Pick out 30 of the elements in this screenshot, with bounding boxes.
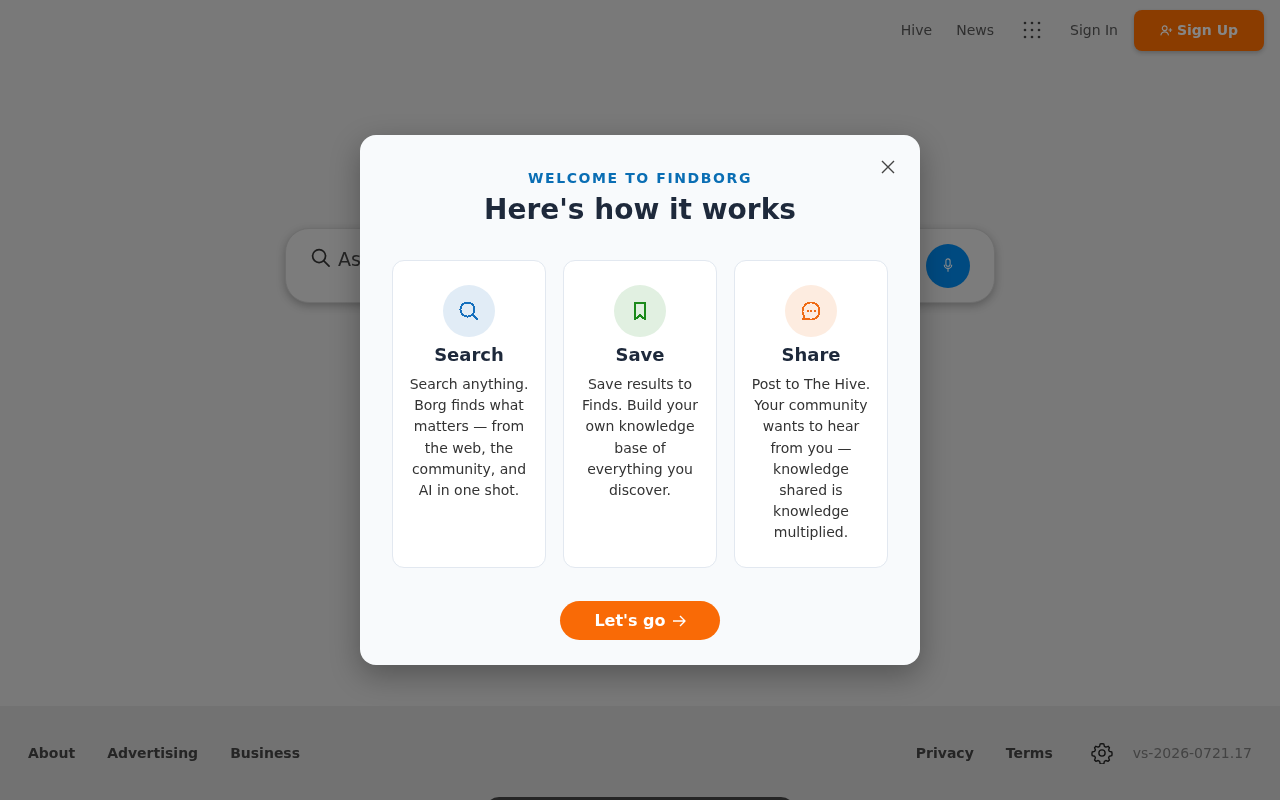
card-title: Share — [781, 344, 841, 366]
footer-link[interactable]: Business — [230, 745, 301, 761]
footer-link[interactable]: Advertising — [107, 745, 199, 761]
nav-link[interactable]: Hive — [900, 22, 933, 38]
search-icon — [311, 248, 330, 267]
microphone-icon — [943, 258, 953, 273]
settings-icon[interactable] — [1090, 742, 1113, 764]
search-icon — [443, 285, 495, 337]
dialog-eyebrow: WELCOME TO FINDBORG — [527, 169, 753, 187]
microphone-button[interactable] — [926, 243, 970, 288]
arrow-right-icon — [671, 614, 686, 627]
dialog-title: Here's how it works — [484, 193, 796, 227]
card-title: Search — [434, 344, 504, 366]
card-title: Save — [615, 344, 665, 366]
user-plus-icon — [1159, 24, 1173, 36]
close-button[interactable] — [880, 159, 896, 175]
sign-up-button[interactable]: Sign Up — [1134, 9, 1264, 51]
nav-link[interactable]: News — [956, 22, 994, 38]
bookmark-icon — [614, 285, 666, 337]
chat-bubble-icon — [785, 285, 837, 337]
apps-grid-icon[interactable] — [1023, 21, 1041, 39]
sign-in-link[interactable]: Sign In — [1070, 22, 1118, 38]
footer-link[interactable]: Privacy — [915, 745, 974, 761]
search-input[interactable]: As — [338, 247, 362, 270]
lets-go-button[interactable]: Let's go — [560, 601, 720, 640]
card-description: Search anything. Borg finds what matters — from the web, the community, and AI in one shot. — [408, 375, 530, 500]
footer-link[interactable]: About — [28, 745, 76, 761]
card-description: Save results to Finds. Build your own knowledge base of everything you discover. — [581, 375, 699, 500]
footer-link[interactable]: Terms — [1005, 745, 1053, 761]
card-description: Post to The Hive. Your community wants to hear from you — knowledge shared is knowledge multiplied. — [750, 375, 872, 543]
